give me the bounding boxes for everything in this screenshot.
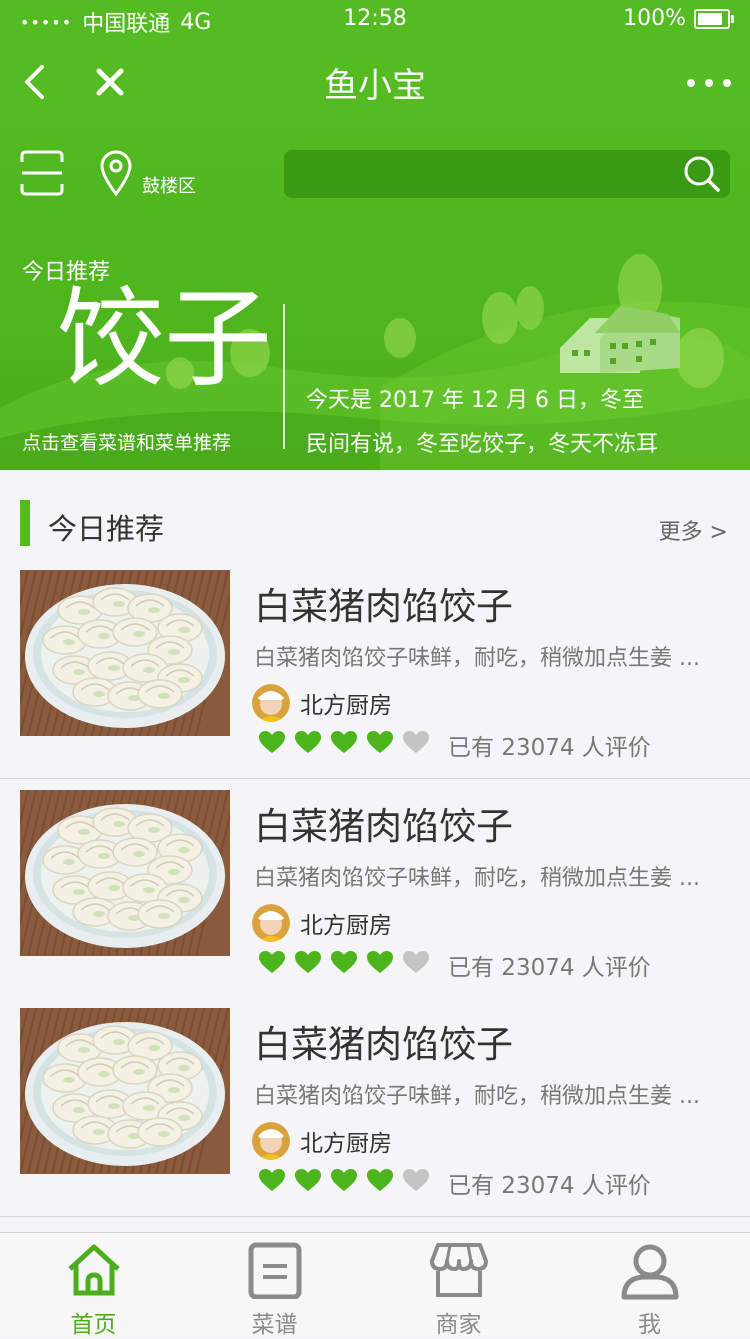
shop-name[interactable]: 北方厨房 [300,1124,392,1158]
more-link[interactable]: 更多 > [659,514,728,546]
rating-hearts [258,730,430,754]
battery-icon [694,8,734,29]
hero-tip-line1: 今天是 2017 年 12 月 6 日，冬至 [306,388,644,413]
tab-bar: 首页 菜谱 商家 我 [0,1232,750,1338]
chef-avatar [252,684,290,722]
section-accent-bar [20,500,30,546]
user-icon [621,1244,678,1300]
location-text[interactable]: 鼓楼区 [142,172,196,198]
rating-heart-icon [259,951,285,973]
page-title: 鱼小宝 [324,66,426,106]
section-title: 今日推荐 [48,512,165,546]
dumpling-photo [20,790,230,956]
rating-heart-icon [367,951,393,973]
search-input[interactable] [284,150,730,198]
location-pin-icon[interactable] [98,150,134,196]
dish-name[interactable]: 白菜猪肉馅饺子 [254,796,513,850]
recipe-icon [248,1242,301,1299]
rating-heart-icon [331,1169,357,1191]
search-icon[interactable] [682,154,722,194]
battery-fill [698,12,722,25]
rating-heart-icon [295,951,321,973]
tab-recipe[interactable]: 菜谱 [181,1233,368,1338]
battery-percent: 100% [623,6,686,31]
tab-home[interactable]: 首页 [0,1233,187,1338]
shop-avatar[interactable] [252,684,290,722]
rating-heart-icon [259,1169,285,1191]
more-dots-icon[interactable] [684,70,734,96]
dish-description: 白菜猪肉馅饺子味鲜，耐吃，稍微加点生姜 ... [254,1084,700,1109]
dumpling-photo [20,1008,230,1174]
section-header: 今日推荐 更多 > [0,488,750,561]
review-count: 已有 23074 人评价 [448,1173,651,1199]
dish-thumbnail[interactable] [20,790,230,956]
rating-heart-icon [403,731,429,753]
dish-name[interactable]: 白菜猪肉馅饺子 [254,1014,513,1068]
tab-store[interactable]: 商家 [365,1233,552,1338]
shop-name[interactable]: 北方厨房 [300,686,392,720]
rating-heart-icon [403,1169,429,1191]
rating-hearts [258,1168,430,1192]
review-count: 已有 23074 人评价 [448,735,651,761]
list-item[interactable]: 白菜猪肉馅饺子白菜猪肉馅饺子味鲜，耐吃，稍微加点生姜 ... 北方厨房已有 230… [0,998,750,1217]
battery-info: 100% [623,6,734,31]
tab-me[interactable]: 我 [556,1233,743,1338]
rating-heart-icon [367,1169,393,1191]
rating-heart-icon [331,951,357,973]
dish-name[interactable]: 白菜猪肉馅饺子 [254,576,513,630]
rating-heart-icon [295,731,321,753]
rating-heart-icon [331,731,357,753]
shop-avatar[interactable] [252,904,290,942]
review-count: 已有 23074 人评价 [448,955,651,981]
nav-bar: 鱼小宝 [0,40,750,128]
dumpling-photo [20,570,230,736]
status-bar: ••••• 中国联通 4G 12:58 100% [0,0,750,40]
scan-icon[interactable] [20,150,64,196]
hero-tip-line2: 民间有说，冬至吃饺子，冬天不冻耳 [306,432,659,457]
chef-avatar [252,1122,290,1160]
dish-thumbnail[interactable] [20,1008,230,1174]
dish-description: 白菜猪肉馅饺子味鲜，耐吃，稍微加点生姜 ... [254,646,700,671]
list-item[interactable]: 白菜猪肉馅饺子白菜猪肉馅饺子味鲜，耐吃，稍微加点生姜 ... 北方厨房已有 230… [0,780,750,999]
hero-subtitle: 点击查看菜谱和菜单推荐 [22,432,232,454]
chef-avatar [252,904,290,942]
rating-hearts [258,950,430,974]
rating-heart-icon [259,731,285,753]
home-icon [67,1244,120,1296]
list-item[interactable]: 白菜猪肉馅饺子白菜猪肉馅饺子味鲜，耐吃，稍微加点生姜 ... 北方厨房已有 230… [0,560,750,779]
hero-dish-name[interactable]: 饺子 [56,286,272,394]
dish-thumbnail[interactable] [20,570,230,736]
store-icon [429,1243,488,1297]
rating-heart-icon [403,951,429,973]
shop-name[interactable]: 北方厨房 [300,906,392,940]
hero-divider [283,304,285,449]
rating-heart-icon [367,731,393,753]
shop-avatar[interactable] [252,1122,290,1160]
rating-heart-icon [295,1169,321,1191]
dish-description: 白菜猪肉馅饺子味鲜，耐吃，稍微加点生姜 ... [254,866,700,891]
hero-banner[interactable]: 鼓楼区 今日推荐 饺子 点击查看菜谱和菜单推荐 今天是 2017 年 12 月 … [0,128,750,470]
